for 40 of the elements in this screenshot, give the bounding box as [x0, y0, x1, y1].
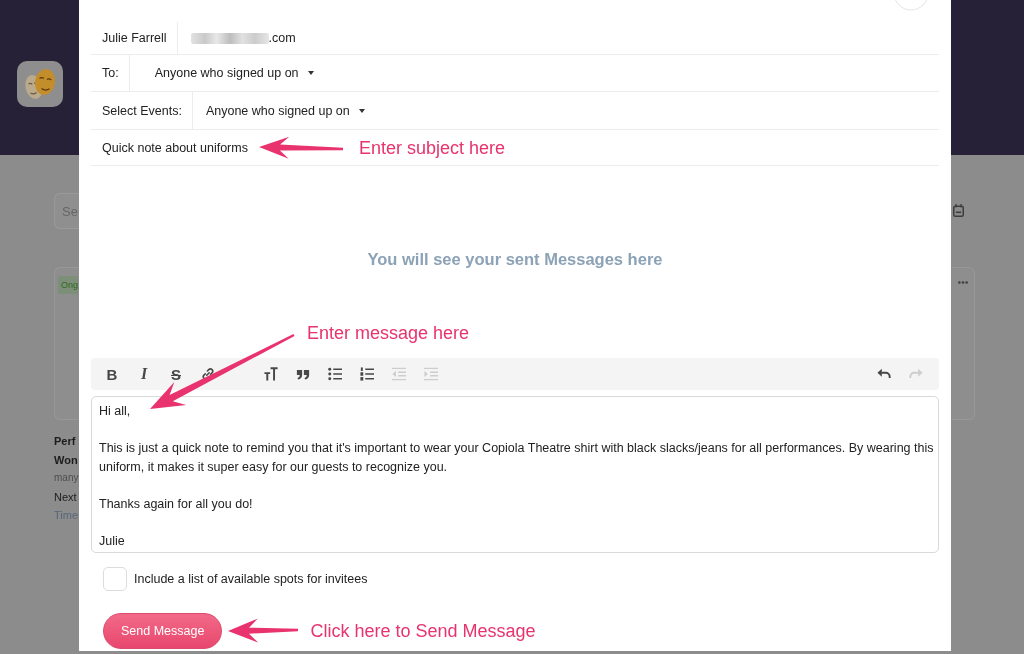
- select-dropdown[interactable]: Anyone who signed up on: [205, 103, 365, 118]
- checkbox[interactable]: [103, 567, 127, 591]
- sender-name: Julie Farrell: [102, 31, 167, 45]
- bold-button[interactable]: B: [96, 358, 128, 390]
- select-dropdown[interactable]: Anyone who signed up on: [154, 66, 314, 80]
- empty-state-text: You will see your sent Messages here: [367, 249, 663, 270]
- caret-icon: [307, 71, 314, 75]
- redo-icon: [909, 367, 923, 381]
- checkbox-label: Include a list of available spots for invitees: [134, 572, 368, 586]
- message-paragraph: Thanks again for all you do!: [99, 495, 254, 513]
- message-paragraph: Hi all,: [99, 403, 132, 420]
- indent-icon: [424, 367, 438, 381]
- strikethrough-button[interactable]: S: [160, 358, 192, 390]
- outdent-icon: [392, 367, 406, 381]
- numbered-list-icon: [360, 367, 374, 381]
- event-date: Next: [54, 489, 77, 505]
- message-paragraph: Julie: [99, 532, 126, 550]
- status-tag: Ong: [58, 276, 78, 294]
- undo-icon: [877, 367, 891, 381]
- sender-address: .com: [268, 31, 296, 45]
- bullet-list-icon: [328, 367, 342, 381]
- event-title: Won: [54, 452, 78, 468]
- message-editor[interactable]: [91, 396, 939, 553]
- annotation-text: Enter message here: [307, 322, 470, 344]
- message-paragraph: This is just a quick note to remind you that it's important to wear your Copiola Theatre shirt with black slacks/jeans for all performances. By wearing this uniform, it makes it super easy for our guests to recognize you.: [99, 440, 935, 476]
- caret-icon: [358, 108, 365, 113]
- event-meta: many: [54, 471, 79, 485]
- field-label: To:: [102, 66, 119, 80]
- event-title: Perf: [54, 434, 76, 449]
- field-label: Select Events:: [102, 103, 182, 118]
- link-icon: [201, 367, 215, 381]
- quote-icon: [296, 367, 310, 381]
- annotation-text: Enter subject here: [358, 136, 505, 159]
- subject-field[interactable]: Quick note about uniforms: [102, 140, 248, 155]
- annotation-text: Click here to Send Message: [310, 620, 536, 642]
- calendar-icon[interactable]: [953, 204, 964, 217]
- more-icon[interactable]: [958, 281, 968, 284]
- text-size-icon: [264, 367, 278, 381]
- italic-button[interactable]: I: [128, 358, 160, 390]
- masks-icon: [17, 61, 63, 107]
